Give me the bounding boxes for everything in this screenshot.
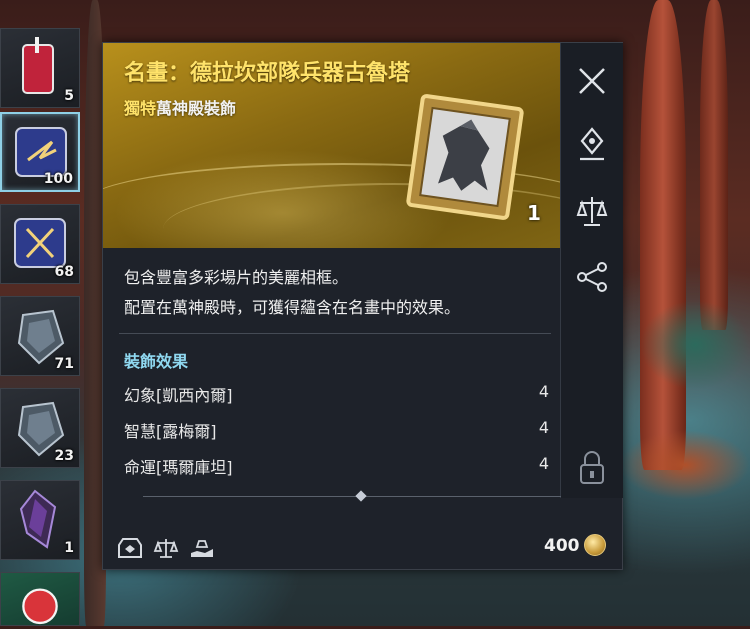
slot-count: 1 <box>64 540 74 556</box>
inventory-slot[interactable]: 1 <box>0 480 80 560</box>
item-description: 包含豐富多彩場片的美麗相框。 配置在萬神殿時，可獲得蘊含在名畫中的效果。 <box>124 263 544 323</box>
item-subtitle: 獨特萬神殿裝飾 <box>124 95 236 119</box>
item-category: 萬神殿裝飾 <box>156 99 237 118</box>
red-candy-icon <box>22 588 58 625</box>
location-pin-icon[interactable] <box>574 127 610 163</box>
red-drink-icon <box>22 37 54 94</box>
item-count: 1 <box>527 201 541 225</box>
lock-icon[interactable] <box>574 449 610 485</box>
item-tooltip-panel: 名畫：德拉坎部隊兵器古魯塔 獨特萬神殿裝飾 1 包含豐富多彩場片的美麗相框。 配… <box>102 42 623 570</box>
coin-icon <box>584 534 606 556</box>
item-header: 名畫：德拉坎部隊兵器古魯塔 獨特萬神殿裝飾 1 <box>103 43 560 248</box>
storage-icon <box>118 538 142 558</box>
slot-count: 23 <box>54 448 74 464</box>
trade-scales-icon <box>153 539 179 558</box>
inventory-slot-selected[interactable]: 100 <box>0 112 80 192</box>
divider <box>119 333 551 334</box>
close-icon[interactable] <box>574 63 610 99</box>
effect-value: 4 <box>538 454 549 473</box>
painting-frame-icon <box>406 94 524 220</box>
effect-row: 命運[瑪爾庫坦] 4 <box>124 454 549 484</box>
inventory-slot[interactable]: 71 <box>0 296 80 376</box>
item-price: 400 <box>544 536 580 556</box>
slot-count: 68 <box>54 264 74 280</box>
item-rarity: 獨特 <box>124 99 157 118</box>
inventory-column: 5 100 68 71 23 1 <box>0 0 82 626</box>
give-hand-icon <box>191 540 213 557</box>
scroll-indicator-line <box>143 496 561 497</box>
slot-count: 71 <box>54 356 74 372</box>
effect-value: 4 <box>538 418 549 437</box>
effect-name: 命運[瑪爾庫坦] <box>124 458 233 477</box>
effect-row: 幻象[凱西內爾] 4 <box>124 382 549 412</box>
purple-crystal-icon <box>19 489 57 549</box>
effect-name: 智慧[露梅爾] <box>124 422 217 441</box>
effects-title: 裝飾效果 <box>124 352 189 371</box>
slot-count: 5 <box>64 88 74 104</box>
scales-icon[interactable] <box>574 193 610 229</box>
description-line: 配置在萬神殿時，可獲得蘊含在名畫中的效果。 <box>124 298 461 317</box>
share-icon[interactable] <box>574 259 610 295</box>
item-title: 名畫：德拉坎部隊兵器古魯塔 <box>124 61 411 86</box>
effect-row: 智慧[露梅爾] 4 <box>124 418 549 448</box>
scroll-indicator-icon[interactable] <box>355 490 367 502</box>
action-sidebar <box>560 43 623 498</box>
description-line: 包含豐富多彩場片的美麗相框。 <box>124 268 349 287</box>
slot-count: 100 <box>43 171 73 187</box>
inventory-slot[interactable]: 5 <box>0 28 80 108</box>
inventory-slot[interactable] <box>0 572 80 626</box>
inventory-slot[interactable]: 23 <box>0 388 80 468</box>
inventory-slot[interactable]: 68 <box>0 204 80 284</box>
effect-name: 幻象[凱西內爾] <box>124 386 233 405</box>
effect-value: 4 <box>538 382 549 401</box>
